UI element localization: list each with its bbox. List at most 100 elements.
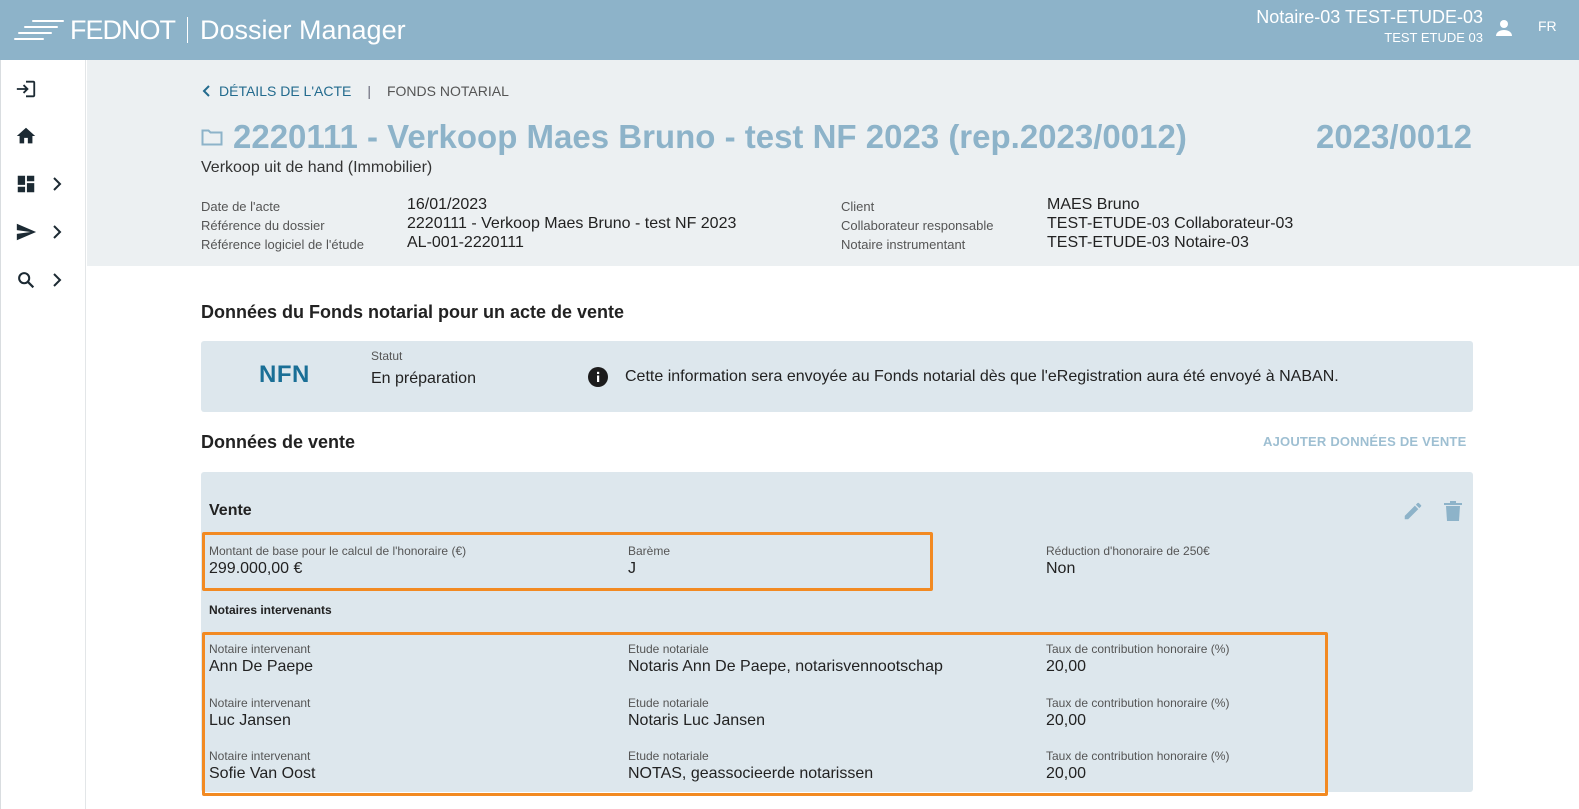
meta-left: Date de l'acte 16/01/2023 Référence du d… (201, 195, 736, 252)
user-info[interactable]: Notaire-03 TEST-ETUDE-03 TEST ETUDE 03 (1256, 7, 1483, 45)
meta-row: Collaborateur responsable TEST-ETUDE-03 … (841, 214, 1293, 233)
field-value: Non (1046, 560, 1076, 577)
field-label: Notaire intervenant (209, 642, 311, 656)
notaire-field: Notaire intervenant Luc Jansen (209, 696, 310, 730)
brand-name: FEDNOT (70, 14, 176, 45)
breadcrumb: DÉTAILS DE L'ACTE | FONDS NOTARIAL (201, 83, 509, 99)
field-label: Montant de base pour le calcul de l'hono… (209, 544, 467, 558)
chevron-right-icon (53, 177, 62, 191)
field-value: Ann De Paepe (209, 658, 314, 675)
field-label: Etude notariale (628, 696, 709, 710)
taux-field: Taux de contribution honoraire (%) 20,00 (1046, 749, 1229, 783)
person-icon[interactable] (1492, 16, 1516, 40)
sidebar (0, 60, 86, 809)
statut-value: En préparation (371, 370, 476, 387)
nfn-logo: NFN (259, 361, 310, 388)
field-value: 299.000,00 € (209, 560, 303, 577)
page-title: 2220111 - Verkoop Maes Bruno - test NF 2… (201, 118, 1187, 156)
field-value: J (628, 560, 636, 577)
meta-label: Client (841, 199, 875, 214)
field-label: Notaire intervenant (209, 749, 311, 763)
meta-label: Date de l'acte (201, 199, 281, 214)
meta-value: TEST-ETUDE-03 Notaire-03 (1047, 234, 1249, 251)
field-label: Etude notariale (628, 642, 709, 656)
add-sale-data-button[interactable]: AJOUTER DONNÉES DE VENTE (1263, 434, 1466, 449)
meta-label: Référence du dossier (201, 218, 325, 233)
field-value: NOTAS, geassocieerde notarissen (628, 765, 874, 782)
meta-value: TEST-ETUDE-03 Collaborateur-03 (1047, 215, 1294, 232)
folder-icon (201, 129, 223, 146)
etude-field: Etude notariale Notaris Ann De Paepe, no… (628, 642, 943, 676)
logo-mark-icon (14, 17, 64, 43)
chevron-right-icon (53, 273, 62, 287)
vente-section-title: Données de vente (201, 432, 356, 452)
meta-value: MAES Bruno (1047, 196, 1140, 213)
app-name: Dossier Manager (200, 14, 406, 45)
statut-label: Statut (371, 349, 403, 363)
search-icon (18, 272, 35, 289)
taux-field: Taux de contribution honoraire (%) 20,00 (1046, 642, 1229, 676)
login-icon (16, 80, 36, 98)
sidebar-item-send[interactable] (15, 217, 75, 247)
sidebar-item-login[interactable] (15, 74, 75, 104)
field-value: 20,00 (1046, 712, 1087, 729)
breadcrumb-back-label: DÉTAILS DE L'ACTE (219, 83, 352, 99)
etude-field: Etude notariale Notaris Luc Jansen (628, 696, 765, 730)
field-value: Notaris Luc Jansen (628, 712, 765, 729)
language-switch[interactable]: FR (1538, 18, 1557, 34)
meta-value: 2220111 - Verkoop Maes Bruno - test NF 2… (407, 215, 737, 232)
breadcrumb-current: FONDS NOTARIAL (386, 83, 509, 99)
act-subtitle: Verkoop uit de hand (Immobilier) (201, 159, 433, 176)
home-icon (16, 127, 36, 144)
notaire-field: Notaire intervenant Sofie Van Oost (209, 749, 315, 783)
base-amount-field: Montant de base pour le calcul de l'hono… (209, 544, 466, 578)
info-message: Cette information sera envoyée au Fonds … (625, 368, 1339, 385)
field-label: Etude notariale (628, 749, 709, 763)
meta-row: Client MAES Bruno (841, 195, 1293, 214)
chevron-left-icon (202, 85, 210, 97)
nfn-status-panel: NFN Statut En préparation Cette informat… (201, 341, 1473, 412)
edit-icon[interactable] (1402, 500, 1424, 527)
top-bar: FEDNOT Dossier Manager Notaire-03 TEST-E… (0, 0, 1579, 60)
meta-right: Client MAES Bruno Collaborateur responsa… (841, 195, 1293, 252)
field-value: Luc Jansen (209, 712, 291, 729)
taux-field: Taux de contribution honoraire (%) 20,00 (1046, 696, 1229, 730)
notaire-field: Notaire intervenant Ann De Paepe (209, 642, 313, 676)
sidebar-item-dashboard[interactable] (15, 169, 75, 199)
breadcrumb-back-link[interactable]: DÉTAILS DE L'ACTE (201, 83, 351, 99)
breadcrumb-separator: | (367, 83, 371, 99)
user-etude: TEST ETUDE 03 (1384, 30, 1483, 45)
fonds-section-title: Données du Fonds notarial pour un acte d… (201, 302, 625, 322)
etude-field: Etude notariale NOTAS, geassocieerde not… (628, 749, 873, 783)
meta-label: Notaire instrumentant (841, 237, 966, 252)
bareme-field: Barème J (628, 544, 670, 578)
notaires-subtitle: Notaires intervenants (209, 603, 332, 617)
field-value: 20,00 (1046, 658, 1087, 675)
meta-row: Référence du dossier 2220111 - Verkoop M… (201, 214, 736, 233)
meta-value: AL-001-2220111 (407, 234, 524, 251)
delete-icon[interactable] (1443, 500, 1463, 527)
sidebar-item-search[interactable] (15, 265, 75, 295)
field-label: Barème (628, 544, 671, 558)
field-label: Réduction d'honoraire de 250€ (1046, 544, 1210, 558)
field-value: Notaris Ann De Paepe, notarisvennootscha… (628, 658, 943, 675)
chevron-right-icon (53, 225, 62, 239)
meta-label: Collaborateur responsable (841, 218, 994, 233)
field-label: Taux de contribution honoraire (%) (1046, 696, 1230, 710)
meta-row: Référence logiciel de l'étude AL-001-222… (201, 233, 736, 252)
field-label: Taux de contribution honoraire (%) (1046, 642, 1230, 656)
meta-label: Référence logiciel de l'étude (201, 237, 364, 252)
meta-value: 16/01/2023 (407, 196, 488, 213)
info-icon (587, 366, 609, 393)
reduction-field: Réduction d'honoraire de 250€ Non (1046, 544, 1210, 578)
user-name: Notaire-03 TEST-ETUDE-03 (1256, 7, 1483, 27)
rep-number: 2023/0012 (1316, 118, 1472, 155)
fednot-logo[interactable]: FEDNOT Dossier Manager (14, 12, 406, 48)
sidebar-item-home[interactable] (15, 121, 75, 151)
logo-divider (187, 17, 188, 43)
field-label: Taux de contribution honoraire (%) (1046, 749, 1230, 763)
dashboard-icon (17, 175, 35, 193)
field-value: 20,00 (1046, 765, 1087, 782)
field-label: Notaire intervenant (209, 696, 311, 710)
meta-row: Date de l'acte 16/01/2023 (201, 195, 736, 214)
